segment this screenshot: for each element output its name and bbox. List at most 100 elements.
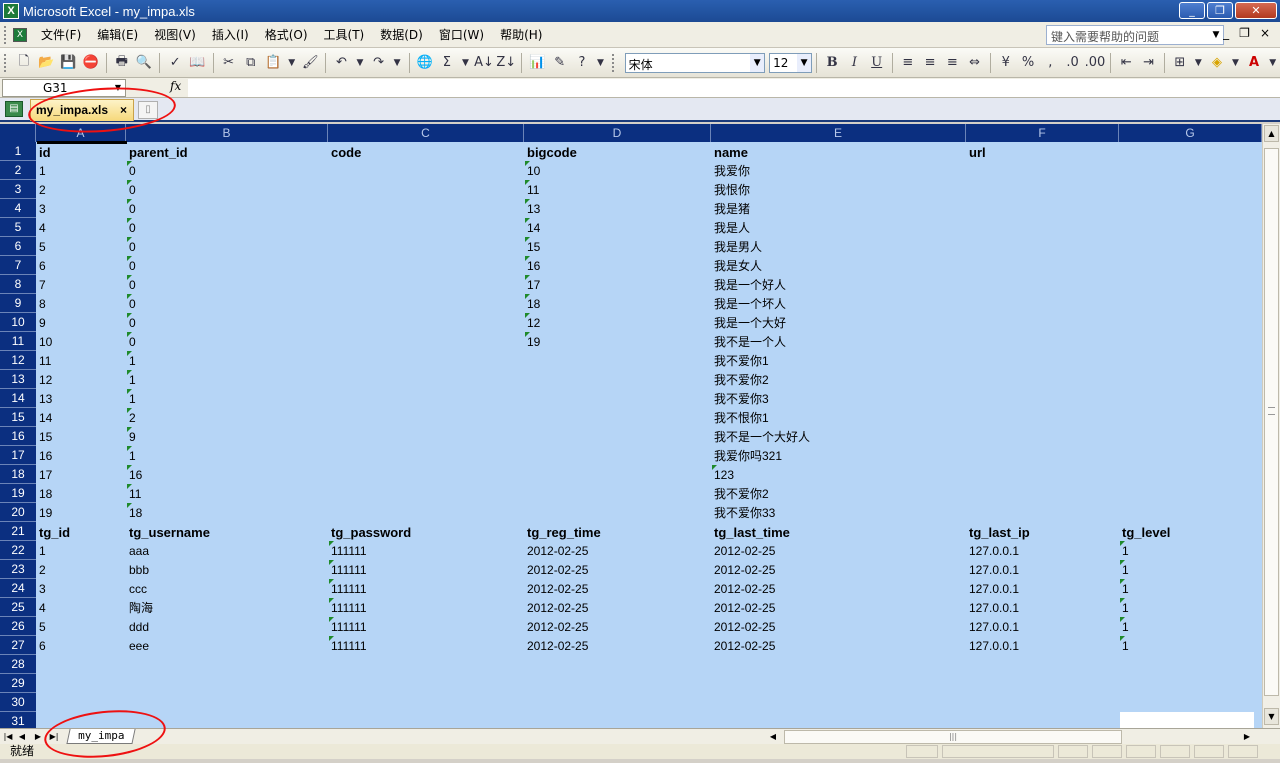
grid-cell[interactable] <box>525 674 711 693</box>
grid-cell[interactable] <box>329 199 524 218</box>
decrease-decimal-icon[interactable]: .00 <box>1085 52 1106 74</box>
grid-cell[interactable] <box>967 256 1119 275</box>
menu-data[interactable]: 数据(D) <box>372 24 431 45</box>
grid-cell[interactable] <box>329 427 524 446</box>
grid-cell[interactable]: 1 <box>1120 560 1262 579</box>
grid-cell[interactable] <box>329 712 524 728</box>
chevron-down-icon[interactable]: ▼ <box>1229 52 1242 74</box>
column-header-g[interactable]: G <box>1119 124 1262 142</box>
merge-center-icon[interactable]: ⇔ <box>964 52 984 74</box>
row-header[interactable]: 10 <box>0 313 36 332</box>
row-header[interactable]: 28 <box>0 655 36 674</box>
grid-cell[interactable]: 1 <box>127 370 328 389</box>
bold-button[interactable]: B <box>822 52 842 74</box>
grid-cell[interactable] <box>127 674 328 693</box>
grid-cell[interactable] <box>1120 446 1262 465</box>
grid-cell[interactable] <box>967 332 1119 351</box>
chevron-down-icon[interactable]: ▼ <box>1266 52 1279 74</box>
font-color-icon[interactable]: A <box>1244 52 1264 74</box>
print-icon[interactable]: 🖶 <box>112 52 132 74</box>
function-icon[interactable]: fx <box>170 79 181 93</box>
chevron-down-icon[interactable]: ▼ <box>1192 52 1205 74</box>
row-header[interactable]: 14 <box>0 389 36 408</box>
align-right-icon[interactable]: ≡ <box>942 52 962 74</box>
grid-cell[interactable]: 111111 <box>329 617 524 636</box>
grid-cell[interactable]: 2012-02-25 <box>525 579 711 598</box>
grid-cell[interactable]: 0 <box>127 294 328 313</box>
grid-cell[interactable] <box>329 256 524 275</box>
name-box[interactable]: G31 ▼ <box>2 79 126 97</box>
grid-cell[interactable]: 0 <box>127 275 328 294</box>
row-header[interactable]: 19 <box>0 484 36 503</box>
grid-cell[interactable]: 我不爱你3 <box>712 389 966 408</box>
grid-cell[interactable]: 111111 <box>329 636 524 655</box>
grid-cell[interactable] <box>329 408 524 427</box>
grid-cell[interactable] <box>1120 389 1262 408</box>
row-header[interactable]: 29 <box>0 674 36 693</box>
grid-cell[interactable]: 2012-02-25 <box>712 636 966 655</box>
row-header[interactable]: 30 <box>0 693 36 712</box>
row-header[interactable]: 16 <box>0 427 36 446</box>
grid-cell[interactable] <box>329 655 524 674</box>
grid-cell[interactable] <box>1120 408 1262 427</box>
grid-cell[interactable]: 1 <box>127 389 328 408</box>
row-header[interactable]: 27 <box>0 636 36 655</box>
close-tab-icon[interactable]: × <box>120 103 127 117</box>
underline-button[interactable]: U <box>867 52 887 74</box>
chevron-down-icon[interactable]: ▼ <box>391 52 404 74</box>
grid-cell[interactable]: 123 <box>712 465 966 484</box>
grid-cell[interactable]: 17 <box>37 465 126 484</box>
column-header-b[interactable]: B <box>126 124 328 142</box>
grid-cell[interactable] <box>525 693 711 712</box>
grid-cell[interactable]: 我不是一个大好人 <box>712 427 966 446</box>
row-header[interactable]: 18 <box>0 465 36 484</box>
currency-icon[interactable]: ¥ <box>996 52 1016 74</box>
grid-cell[interactable] <box>712 655 966 674</box>
grid-cell[interactable] <box>967 389 1119 408</box>
grid-cell[interactable]: tg_level <box>1120 522 1262 541</box>
grid-cell[interactable]: 1 <box>1120 617 1262 636</box>
grid-cell[interactable]: 2012-02-25 <box>712 541 966 560</box>
grid-cell[interactable]: 0 <box>127 256 328 275</box>
chevron-down-icon[interactable]: ▼ <box>750 53 765 72</box>
grid-cell[interactable] <box>37 655 126 674</box>
grid-cell[interactable] <box>37 693 126 712</box>
row-header[interactable]: 20 <box>0 503 36 522</box>
grid-cell[interactable] <box>525 712 711 728</box>
grid-cell[interactable]: 0 <box>127 199 328 218</box>
grid-cell[interactable] <box>1120 674 1262 693</box>
grid-cell[interactable] <box>1120 465 1262 484</box>
grid-cell[interactable]: 9 <box>127 427 328 446</box>
grid-cell[interactable] <box>1120 275 1262 294</box>
fill-color-icon[interactable]: ◈ <box>1207 52 1227 74</box>
horizontal-scrollbar[interactable]: ◀ ||| ▶ <box>766 730 1256 744</box>
menu-edit[interactable]: 编辑(E) <box>89 24 146 45</box>
grid-cell[interactable] <box>967 351 1119 370</box>
workbook-minimize-button[interactable]: _ <box>1223 26 1229 40</box>
grid-cell[interactable] <box>967 465 1119 484</box>
grid-cell[interactable]: 3 <box>37 579 126 598</box>
grid-cell[interactable]: 1 <box>1120 541 1262 560</box>
toolbar-grip[interactable] <box>611 53 618 72</box>
grid-cell[interactable] <box>329 484 524 503</box>
grid-cell[interactable]: 0 <box>127 180 328 199</box>
grid-cell[interactable] <box>525 408 711 427</box>
grid-cell[interactable]: 1 <box>37 161 126 180</box>
grid-cell[interactable] <box>967 655 1119 674</box>
grid-cell[interactable] <box>525 389 711 408</box>
grid-cell[interactable]: 16 <box>127 465 328 484</box>
grid-cell[interactable]: 我不是一个人 <box>712 332 966 351</box>
permission-icon[interactable]: ⛔ <box>80 52 100 74</box>
research-icon[interactable]: 📖 <box>187 52 207 74</box>
workbook-tab[interactable]: my_impa.xls × <box>30 99 134 121</box>
increase-indent-icon[interactable]: ⇥ <box>1139 52 1159 74</box>
grid-cell[interactable]: 11 <box>127 484 328 503</box>
grid-cell[interactable]: 9 <box>37 313 126 332</box>
grid-cell[interactable] <box>329 313 524 332</box>
grid-cell[interactable]: 我是男人 <box>712 237 966 256</box>
redo-icon[interactable]: ↷ <box>368 52 388 74</box>
row-header[interactable]: 5 <box>0 218 36 237</box>
workbook-list-icon[interactable]: ▤ <box>5 101 23 117</box>
grid-cell[interactable]: 2 <box>127 408 328 427</box>
row-header[interactable]: 1 <box>0 142 36 161</box>
